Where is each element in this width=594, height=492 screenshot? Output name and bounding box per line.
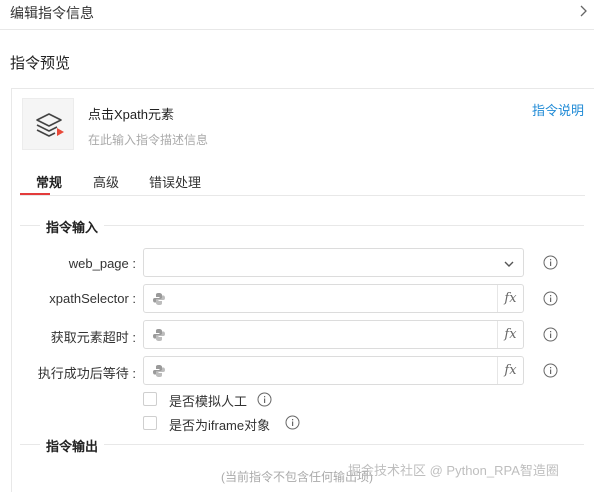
- layers-play-icon: [36, 113, 64, 137]
- info-icon[interactable]: [257, 392, 272, 407]
- input-group-title: 指令输入: [46, 220, 99, 235]
- simulate-human-checkbox[interactable]: [143, 392, 157, 406]
- header-title: 编辑指令信息: [10, 5, 94, 21]
- web-page-select[interactable]: [143, 248, 524, 277]
- tab-advanced[interactable]: 高级: [93, 172, 119, 191]
- fx-button[interactable]: fx: [497, 321, 523, 348]
- help-link[interactable]: 指令说明: [532, 100, 584, 119]
- output-group-title: 指令输出: [46, 439, 99, 454]
- element-timeout-field[interactable]: fx: [143, 320, 524, 349]
- preview-title: 指令预览: [10, 55, 71, 72]
- tab-error-handling[interactable]: 错误处理: [149, 172, 201, 191]
- python-icon: [153, 293, 165, 305]
- element-timeout-label: 获取元素超时 :: [50, 330, 136, 345]
- iframe-label: 是否为iframe对象: [169, 418, 271, 433]
- iframe-checkbox[interactable]: [143, 416, 157, 430]
- command-description-input[interactable]: 在此输入指令描述信息: [88, 131, 208, 148]
- xpath-selector-label: xpathSelector :: [49, 291, 136, 306]
- web-page-label: web_page :: [68, 256, 136, 271]
- fx-button[interactable]: fx: [497, 285, 523, 312]
- info-icon[interactable]: [543, 327, 558, 342]
- header-bar: 编辑指令信息: [0, 0, 594, 30]
- info-icon[interactable]: [543, 363, 558, 378]
- info-icon[interactable]: [285, 415, 300, 430]
- wait-after-success-field[interactable]: fx: [143, 356, 524, 385]
- tab-bar: 常规 高级 错误处理: [20, 168, 585, 196]
- watermark: 掘金技术社区 @ Python_RPA智造圈: [348, 463, 559, 478]
- wait-after-success-label: 执行成功后等待 :: [37, 366, 136, 381]
- tab-general[interactable]: 常规: [36, 172, 62, 191]
- group-divider: [104, 225, 584, 226]
- fx-button[interactable]: fx: [497, 357, 523, 384]
- python-icon: [153, 329, 165, 341]
- python-icon: [153, 365, 165, 377]
- group-divider: [20, 225, 40, 226]
- command-icon-tile: [22, 98, 74, 150]
- chevron-right-icon[interactable]: [576, 4, 590, 18]
- active-tab-indicator: [20, 193, 50, 195]
- command-name: 点击Xpath元素: [88, 107, 174, 122]
- simulate-human-label: 是否模拟人工: [169, 394, 248, 409]
- group-divider: [104, 444, 584, 445]
- info-icon[interactable]: [543, 291, 558, 306]
- group-divider: [20, 444, 40, 445]
- xpath-selector-field[interactable]: fx: [143, 284, 524, 313]
- info-icon[interactable]: [543, 255, 558, 270]
- chevron-down-icon: [504, 261, 514, 267]
